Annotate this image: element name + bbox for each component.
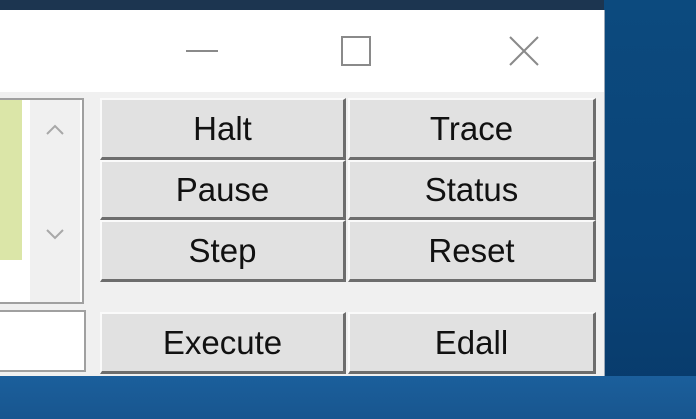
app-window: Halt Trace Pause Status Step Reset Execu… [0, 10, 605, 376]
reset-button[interactable]: Reset [348, 220, 596, 282]
scroll-down-button[interactable] [40, 220, 70, 248]
pause-button[interactable]: Pause [100, 160, 346, 220]
trace-button[interactable]: Trace [348, 98, 596, 160]
command-input[interactable] [0, 310, 86, 372]
minimize-icon [186, 50, 218, 52]
minimize-button[interactable] [172, 24, 232, 78]
desktop-background-top [0, 0, 696, 10]
chevron-down-icon [46, 229, 64, 240]
edall-button[interactable]: Edall [348, 312, 596, 374]
execute-button[interactable]: Execute [100, 312, 346, 374]
close-button[interactable] [494, 24, 554, 78]
scroll-up-button[interactable] [40, 116, 70, 144]
title-bar [0, 10, 604, 92]
taskbar [0, 376, 696, 419]
maximize-icon [341, 36, 371, 66]
list-selected-item[interactable] [0, 100, 22, 260]
vertical-scrollbar[interactable] [30, 100, 80, 302]
step-button[interactable]: Step [100, 220, 346, 282]
close-icon [509, 36, 539, 66]
maximize-button[interactable] [326, 24, 386, 78]
halt-button[interactable]: Halt [100, 98, 346, 160]
chevron-up-icon [46, 124, 64, 135]
list-box[interactable] [0, 98, 84, 304]
status-button[interactable]: Status [348, 160, 596, 220]
desktop-background [604, 0, 696, 419]
